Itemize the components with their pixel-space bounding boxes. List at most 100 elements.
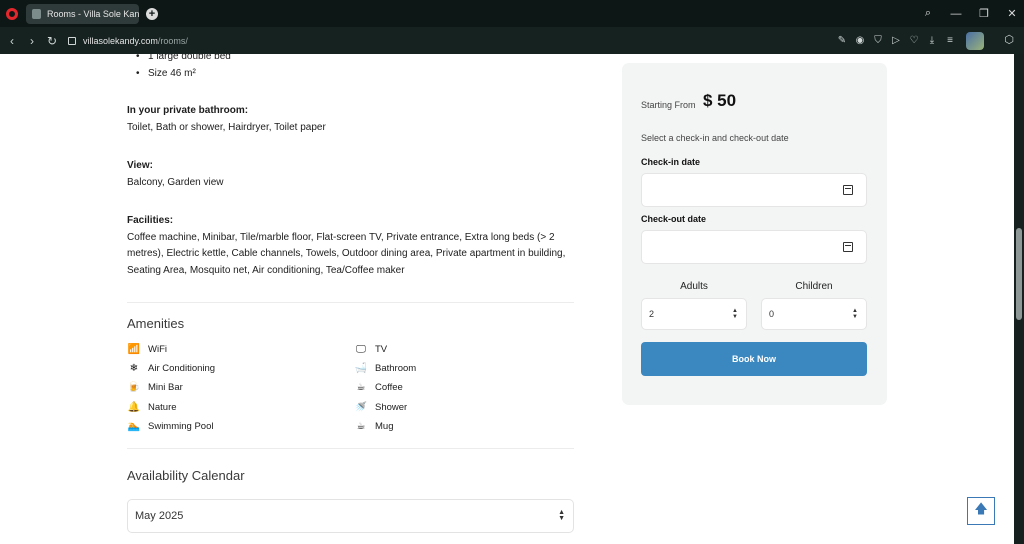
send-icon[interactable]: ▷ (890, 35, 902, 47)
tab-title: Rooms - Villa Sole Kandy (47, 8, 139, 19)
download-icon[interactable]: ⤓ (926, 35, 938, 47)
checkout-label: Check-out date (641, 214, 707, 224)
booking-card: Starting From $ 50 Select a check-in and… (622, 63, 887, 405)
chevron-up-down-icon: ▲ ▼ (732, 308, 738, 320)
amenity-label: Air Conditioning (148, 363, 216, 374)
amenity-item: 🏊 Swimming Pool (127, 421, 214, 432)
children-value: 0 (769, 309, 775, 319)
amenity-label: Shower (375, 402, 408, 413)
facilities-title: Facilities: (127, 215, 174, 226)
children-label: Children (795, 281, 833, 292)
new-tab-button[interactable]: + (146, 7, 158, 20)
coffee-icon: ☕ (356, 382, 366, 393)
shower-icon: 🚿 (354, 402, 368, 413)
url-path: /rooms/ (157, 35, 188, 46)
shield-icon[interactable]: ⛉ (872, 35, 884, 47)
address-bar: ‹ › ↻ villasolekandy.com/rooms/ ✎ ◉ ⛉ ▷ … (0, 27, 1024, 54)
forward-button[interactable]: › (22, 34, 42, 48)
children-select[interactable]: 0 ▲ ▼ (761, 298, 867, 330)
book-now-button[interactable]: Book Now (641, 342, 867, 376)
chevron-up-down-icon: ▲ ▼ (558, 509, 565, 522)
profile-avatar[interactable] (966, 31, 984, 50)
facilities-line: metres), Electric kettle, Cable channels… (127, 248, 566, 259)
amenity-label: Mini Bar (148, 382, 183, 393)
browser-tab-bar: Rooms - Villa Sole Kandy + ⌕ — ❐ ✕ (0, 0, 1024, 27)
amenity-item: 🔔 Nature (127, 402, 177, 413)
amenity-label: Bathroom (375, 363, 417, 374)
back-button[interactable]: ‹ (2, 34, 22, 48)
beer-icon: 🍺 (127, 382, 141, 393)
calendar-icon[interactable] (843, 242, 853, 252)
adults-select[interactable]: 2 ▲ ▼ (641, 298, 747, 330)
amenity-item: 📶 WiFi (127, 344, 167, 355)
amenity-item: 🍺 Mini Bar (127, 382, 183, 393)
camera-icon[interactable]: ◉ (854, 35, 866, 47)
tv-icon: 🖵 (356, 344, 366, 355)
list-item: 1 large double bed (136, 54, 231, 65)
opera-logo-icon[interactable] (6, 7, 18, 20)
restore-button[interactable]: ❐ (972, 7, 996, 20)
favicon-icon (32, 8, 42, 19)
date-hint: Select a check-in and check-out date (641, 133, 789, 143)
browser-tab[interactable]: Rooms - Villa Sole Kandy (26, 3, 139, 24)
bathroom-title: In your private bathroom: (127, 105, 249, 116)
mug-icon: ☕ (356, 421, 366, 432)
adults-label: Adults (680, 281, 708, 292)
reload-button[interactable]: ↻ (42, 34, 62, 48)
scrollbar-thumb[interactable] (1016, 228, 1022, 320)
heart-icon[interactable]: ♡ (908, 35, 920, 47)
amenity-item: 🛁 Bathroom (354, 363, 416, 374)
close-button[interactable]: ✕ (1000, 7, 1024, 20)
amenity-item: ❄ Air Conditioning (127, 363, 215, 374)
calendar-icon[interactable] (843, 185, 853, 195)
list-item: Size 46 m² (136, 65, 231, 82)
sidebar-cube-icon[interactable]: ⬡ (1002, 33, 1016, 47)
lock-icon[interactable] (68, 36, 76, 45)
scroll-to-top-button[interactable]: 🡅 (967, 497, 995, 525)
snowflake-icon: ❄ (129, 363, 139, 374)
checkout-input[interactable] (641, 230, 867, 264)
facilities-line: Seating Area, Mosquito net, Air conditio… (127, 264, 405, 276)
wifi-icon: 📶 (127, 344, 141, 355)
divider (127, 302, 574, 303)
facilities-section: Facilities: Coffee machine, Minibar, Til… (127, 213, 574, 279)
price: $ 50 (703, 91, 737, 110)
amenity-label: WiFi (148, 344, 167, 355)
menu-icon[interactable]: ≡ (944, 35, 956, 47)
amenity-label: Swimming Pool (148, 421, 214, 432)
page-scrollbar[interactable] (1014, 54, 1024, 544)
month-value: May 2025 (135, 510, 184, 522)
url-field[interactable]: villasolekandy.com/rooms/ (83, 36, 188, 46)
divider (127, 448, 574, 449)
amenity-label: Coffee (375, 382, 403, 393)
bathroom-section: In your private bathroom: Toilet, Bath o… (127, 103, 574, 136)
amenity-item: ☕ Mug (354, 421, 394, 432)
edit-icon[interactable]: ✎ (836, 35, 848, 47)
view-section: View: Balcony, Garden view (127, 158, 574, 191)
adults-value: 2 (649, 309, 655, 319)
checkin-label: Check-in date (641, 157, 701, 167)
room-bullet-list: 1 large double bed Size 46 m² (136, 54, 231, 82)
starting-from-label: Starting From (641, 100, 696, 110)
bell-icon: 🔔 (127, 402, 141, 413)
checkin-input[interactable] (641, 173, 867, 207)
bath-icon: 🛁 (354, 363, 368, 374)
arrow-up-icon: 🡅 (974, 501, 988, 516)
calendar-title: Availability Calendar (127, 468, 245, 483)
amenity-label: Mug (375, 421, 394, 432)
minimize-button[interactable]: — (944, 8, 968, 20)
amenities-title: Amenities (127, 316, 185, 331)
url-domain: villasolekandy.com (83, 35, 158, 46)
search-icon[interactable]: ⌕ (916, 7, 940, 20)
bathroom-text: Toilet, Bath or shower, Hairdryer, Toile… (127, 121, 326, 133)
facilities-line: Coffee machine, Minibar, Tile/marble flo… (127, 231, 555, 243)
chevron-up-down-icon: ▲ ▼ (852, 308, 858, 320)
swimmer-icon: 🏊 (127, 421, 141, 432)
window-controls: ⌕ — ❐ ✕ (912, 0, 1024, 27)
amenity-item: 🖵 TV (354, 344, 387, 355)
amenity-item: 🚿 Shower (354, 402, 407, 413)
page-viewport: 1 large double bed Size 46 m² In your pr… (0, 54, 1014, 544)
month-select[interactable]: May 2025 ▲ ▼ (127, 499, 574, 533)
view-title: View: (127, 160, 153, 171)
amenity-item: ☕ Coffee (354, 382, 403, 393)
